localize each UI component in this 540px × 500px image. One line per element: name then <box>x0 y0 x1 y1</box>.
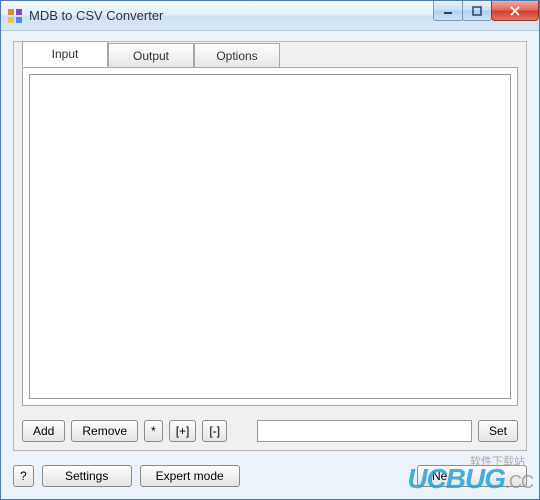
expert-mode-button[interactable]: Expert mode <box>140 465 240 487</box>
maximize-button[interactable] <box>462 1 492 21</box>
remove-button[interactable]: Remove <box>71 420 138 442</box>
bottom-bar: ? Settings Expert mode Ne <box>13 465 527 487</box>
tab-output[interactable]: Output <box>108 43 194 67</box>
tab-input[interactable]: Input <box>22 41 108 67</box>
app-icon <box>7 8 23 24</box>
client-area: Input Output Options Add Remove * [+] [-… <box>1 31 539 499</box>
panel-button-row: Add Remove * [+] [-] Set <box>22 420 518 442</box>
window-controls <box>434 1 539 21</box>
expand-button[interactable]: [+] <box>169 420 197 442</box>
help-button[interactable]: ? <box>13 465 34 487</box>
path-input[interactable] <box>257 420 472 442</box>
tab-label: Input <box>52 47 79 61</box>
close-button[interactable] <box>491 1 539 21</box>
file-list[interactable] <box>29 74 511 399</box>
wildcard-button[interactable]: * <box>144 420 163 442</box>
tab-label: Output <box>133 49 169 63</box>
set-button[interactable]: Set <box>478 420 518 442</box>
tab-strip: Input Output Options <box>14 41 526 67</box>
settings-button[interactable]: Settings <box>42 465 132 487</box>
next-button[interactable]: Ne <box>417 465 527 487</box>
minimize-button[interactable] <box>433 1 463 21</box>
tab-content <box>22 67 518 406</box>
collapse-button[interactable]: [-] <box>202 420 227 442</box>
main-panel: Input Output Options Add Remove * [+] [-… <box>13 41 527 451</box>
add-button[interactable]: Add <box>22 420 65 442</box>
window-title: MDB to CSV Converter <box>29 8 163 23</box>
tab-options[interactable]: Options <box>194 43 280 67</box>
tab-label: Options <box>216 49 257 63</box>
app-window: MDB to CSV Converter Input Output <box>0 0 540 500</box>
titlebar[interactable]: MDB to CSV Converter <box>1 1 539 31</box>
